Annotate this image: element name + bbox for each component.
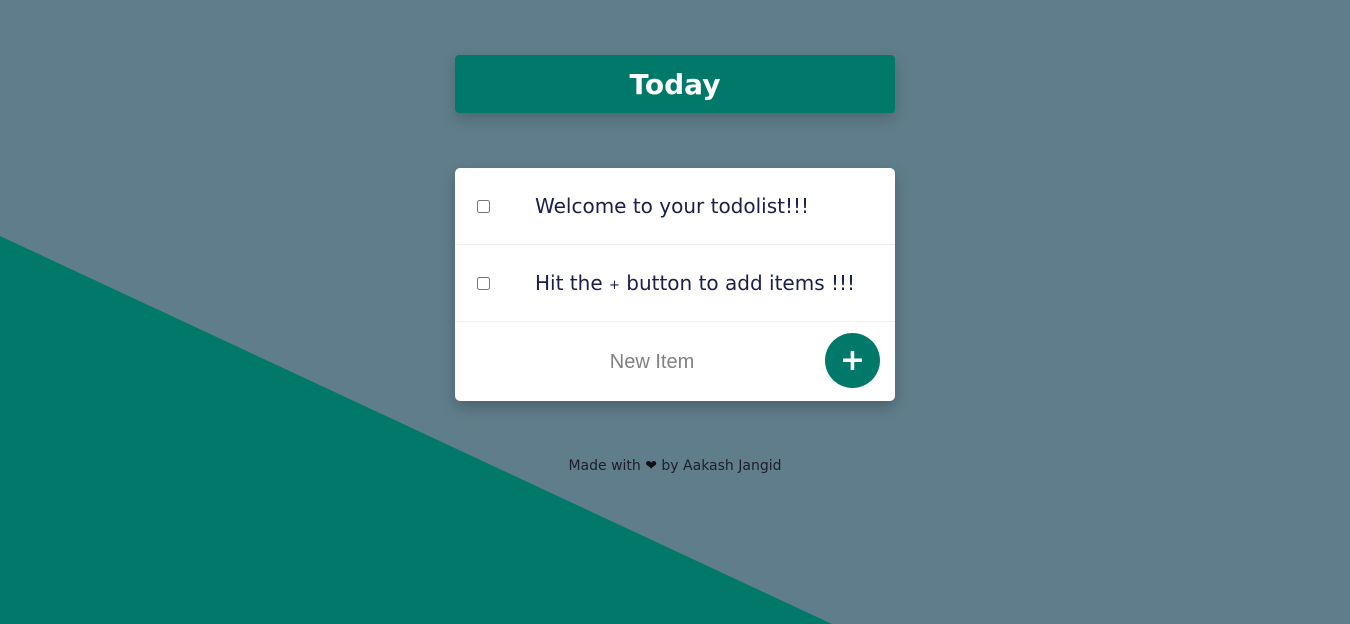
heart-icon: ❤ [645, 458, 657, 474]
footer-suffix: by Aakash Jangid [661, 458, 782, 474]
list-item: Welcome to your todolist!!! [455, 168, 895, 245]
list-item: Hit the + button to add items !!! [455, 245, 895, 322]
footer: Made with ❤ by Aakash Jangid [0, 458, 1350, 474]
item-text-before: Hit the [535, 271, 603, 295]
item-text-after: button to add items !!! [626, 271, 856, 295]
new-item-input[interactable] [515, 344, 789, 380]
new-item-form: + [455, 322, 895, 400]
heading-box: Today [455, 55, 895, 113]
todo-card: Welcome to your todolist!!! Hit the + bu… [455, 168, 895, 401]
footer-prefix: Made with [568, 458, 641, 474]
plus-icon: + [608, 278, 620, 293]
item-text: Hit the + button to add items !!! [535, 271, 855, 295]
item-checkbox[interactable] [477, 276, 490, 290]
page-title: Today [629, 67, 721, 101]
item-checkbox[interactable] [477, 199, 490, 213]
item-text: Welcome to your todolist!!! [535, 194, 810, 218]
add-item-button[interactable]: + [825, 333, 880, 388]
